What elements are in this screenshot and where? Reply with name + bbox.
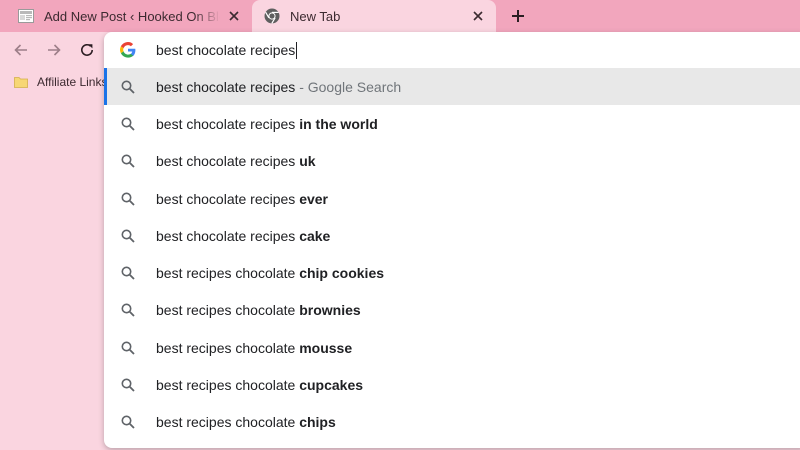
close-tab-icon[interactable] — [468, 6, 488, 26]
suggestion-completion: cake — [299, 227, 331, 244]
page-thumbnail-icon — [18, 9, 34, 23]
suggestion-item[interactable]: best chocolate recipes cake — [104, 217, 800, 254]
suggestion-prefix: best recipes chocolate — [156, 302, 300, 319]
suggestion-text: best chocolate recipes in the world — [156, 116, 378, 132]
suggestion-completion: uk — [299, 153, 316, 170]
suggestion-item[interactable]: best chocolate recipes in the world — [104, 105, 800, 142]
suggestion-prefix: best chocolate recipes — [156, 115, 300, 132]
search-icon — [120, 116, 136, 132]
suggestion-completion: ever — [299, 190, 329, 207]
suggestion-text: best chocolate recipes cake — [156, 228, 330, 244]
omnibox-input[interactable]: best chocolate recipes — [156, 40, 756, 60]
search-icon — [120, 191, 136, 207]
back-arrow-icon[interactable] — [9, 38, 33, 62]
suggestion-text: best recipes chocolate chips — [156, 414, 336, 430]
suggestion-completion: chip cookies — [299, 265, 385, 282]
search-icon — [120, 377, 136, 393]
search-icon — [120, 79, 136, 95]
suggestion-completion: mousse — [299, 339, 353, 356]
search-icon — [120, 302, 136, 318]
suggestion-list: best chocolate recipes - Google Search be… — [104, 68, 800, 441]
chrome-icon — [264, 8, 280, 24]
bookmark-affiliate-links[interactable]: Affiliate Links — [14, 73, 107, 91]
suggestion-prefix: best recipes chocolate — [156, 414, 300, 431]
google-g-icon — [120, 42, 136, 58]
suggestion-item[interactable]: best recipes chocolate chips — [104, 404, 800, 441]
suggestion-prefix: best recipes chocolate — [156, 377, 300, 394]
suggestion-text: best recipes chocolate mousse — [156, 340, 352, 356]
bookmark-label: Affiliate Links — [37, 75, 108, 89]
suggestion-prefix: best chocolate recipes — [156, 153, 300, 170]
suggestion-item[interactable]: best recipes chocolate chip cookies — [104, 254, 800, 291]
suggestion-item[interactable]: best recipes chocolate mousse — [104, 329, 800, 366]
suggestion-item[interactable]: best chocolate recipes ever — [104, 180, 800, 217]
suggestion-completion: brownies — [299, 302, 361, 319]
search-icon — [120, 153, 136, 169]
suggestion-item[interactable]: best recipes chocolate brownies — [104, 292, 800, 329]
suggestion-prefix: best recipes chocolate — [156, 339, 300, 356]
suggestion-prefix: best recipes chocolate — [156, 265, 300, 282]
new-tab-plus-icon[interactable] — [506, 4, 530, 28]
suggestion-completion: in the world — [299, 115, 378, 132]
omnibox-query: best chocolate recipes — [156, 42, 296, 58]
suggestion-text: best recipes chocolate chip cookies — [156, 265, 384, 281]
tab-strip: Add New Post ‹ Hooked On Blogging — Word… — [0, 0, 800, 32]
suggestion-text: best recipes chocolate cupcakes — [156, 377, 363, 393]
tab-add-new-post[interactable]: Add New Post ‹ Hooked On Blogging — Word… — [8, 0, 252, 32]
close-tab-icon[interactable] — [224, 6, 244, 26]
suggestion-completion: cupcakes — [299, 377, 364, 394]
search-icon — [120, 414, 136, 430]
suggestion-text: best chocolate recipes - Google Search — [156, 79, 401, 95]
forward-arrow-icon[interactable] — [42, 38, 66, 62]
omnibox-input-row[interactable]: best chocolate recipes — [104, 32, 800, 68]
tab-title: Add New Post ‹ Hooked On Blogging — Word… — [44, 8, 220, 24]
reload-icon[interactable] — [75, 38, 99, 62]
search-icon — [120, 265, 136, 281]
suggestion-prefix: best chocolate recipes — [156, 227, 300, 244]
tab-title: New Tab — [290, 8, 341, 24]
suggestion-prefix: best chocolate recipes — [156, 190, 300, 207]
omnibox-dropdown: best chocolate recipes best chocolate re… — [104, 32, 800, 448]
tab-new-tab[interactable]: New Tab — [252, 0, 496, 32]
suggestion-description: - Google Search — [295, 78, 402, 95]
suggestion-text: best chocolate recipes uk — [156, 153, 316, 169]
suggestion-item[interactable]: best chocolate recipes uk — [104, 143, 800, 180]
suggestion-text: best recipes chocolate brownies — [156, 302, 361, 318]
suggestion-item[interactable]: best chocolate recipes - Google Search — [104, 68, 800, 106]
suggestion-prefix: best chocolate recipes — [156, 78, 296, 95]
search-icon — [120, 228, 136, 244]
text-caret — [296, 41, 298, 59]
suggestion-item[interactable]: best recipes chocolate cupcakes — [104, 366, 800, 403]
suggestion-completion: chips — [299, 414, 336, 431]
search-icon — [120, 340, 136, 356]
folder-icon — [14, 77, 28, 88]
suggestion-text: best chocolate recipes ever — [156, 191, 328, 207]
